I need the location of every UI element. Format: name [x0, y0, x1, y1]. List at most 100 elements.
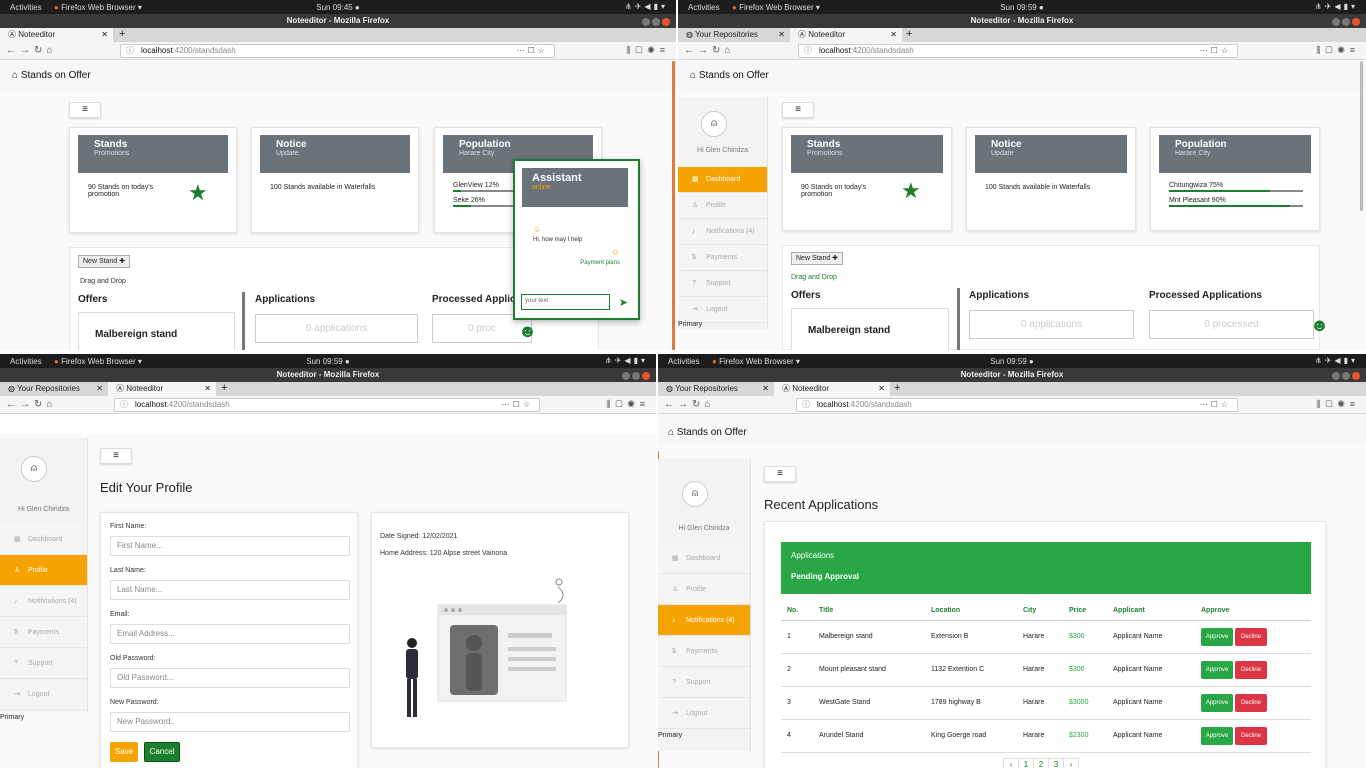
- sidebar-item-notifications[interactable]: ♪ Notifications (4): [678, 219, 767, 245]
- url-bar[interactable]: ⓘ localhost:4200/standsdash ⋯☐☆: [796, 398, 1238, 412]
- close-button[interactable]: [642, 372, 650, 380]
- system-tray[interactable]: ⋔✈◀▮▾: [625, 2, 668, 11]
- scrollbar[interactable]: [1360, 61, 1363, 211]
- nav-buttons[interactable]: ←→↻⌂: [6, 45, 56, 56]
- page-1-button[interactable]: 1: [1018, 758, 1034, 768]
- sidebar-item-logout[interactable]: ⇥ Logout: [0, 679, 87, 710]
- approve-button[interactable]: Approve: [1201, 693, 1233, 712]
- last-name-input[interactable]: Last Name...: [110, 580, 350, 600]
- page-prev-button[interactable]: ‹: [1003, 758, 1019, 768]
- sidebar-item-dashboard[interactable]: ▦ Dashboard: [0, 524, 87, 555]
- url-bar[interactable]: ⓘ localhost:4200/standsdash ⋯☐☆: [120, 44, 555, 58]
- tab-repositories[interactable]: ◍ Your Repositories ✕: [678, 28, 790, 42]
- sidebar-item-notifications[interactable]: ♪ Notifications (4): [0, 586, 87, 617]
- minimize-button[interactable]: [1332, 372, 1340, 380]
- sidebar-item-logout[interactable]: ⇥ Logout: [658, 698, 750, 729]
- chat-input[interactable]: your text: [521, 294, 610, 310]
- close-tab-icon[interactable]: ✕: [96, 382, 103, 396]
- toolbar-icons[interactable]: ⫼▢◉≡: [1316, 45, 1360, 56]
- close-tab-icon[interactable]: ✕: [762, 382, 769, 396]
- avatar[interactable]: ⍝: [21, 456, 47, 482]
- toolbar-icons[interactable]: ⫼▢◉≡: [626, 45, 670, 56]
- applications-dropzone[interactable]: 0 applications: [255, 314, 418, 343]
- menu-toggle-button[interactable]: ≡: [100, 448, 132, 464]
- decline-button[interactable]: Decline: [1235, 627, 1267, 646]
- cancel-button[interactable]: Cancel: [144, 742, 180, 762]
- approve-button[interactable]: Approve: [1201, 726, 1233, 745]
- avatar[interactable]: ⍝: [701, 111, 727, 137]
- tab-noteeditor[interactable]: Ⓐ Noteeditor ✕: [774, 382, 890, 396]
- minimize-button[interactable]: [1332, 18, 1340, 26]
- new-stand-button[interactable]: New Stand ✚: [78, 255, 131, 268]
- close-tab-icon[interactable]: ✕: [878, 382, 885, 396]
- url-bar[interactable]: ⓘ localhost:4200/standsdash ⋯☐☆: [114, 398, 540, 412]
- menu-toggle-button[interactable]: ≡: [69, 102, 101, 118]
- page-actions-icon[interactable]: ⋯☐☆: [517, 45, 548, 57]
- sidebar-item-support[interactable]: ? Support: [658, 667, 750, 698]
- menu-toggle-button[interactable]: ≡: [764, 466, 796, 482]
- new-stand-button[interactable]: New Stand ✚: [791, 252, 844, 265]
- chatbot-icon[interactable]: ☻: [518, 321, 537, 342]
- applications-dropzone[interactable]: 0 applications: [969, 310, 1134, 339]
- home-icon[interactable]: ⌂: [668, 427, 674, 438]
- minimize-button[interactable]: [642, 18, 650, 26]
- page-actions-icon[interactable]: ⋯☐☆: [502, 399, 533, 411]
- decline-button[interactable]: Decline: [1235, 660, 1267, 679]
- new-tab-button[interactable]: +: [894, 382, 900, 395]
- processed-dropzone[interactable]: 0 processed: [1149, 310, 1314, 339]
- scrollbar[interactable]: [672, 61, 675, 350]
- chatbot-icon[interactable]: ☻: [1310, 315, 1329, 336]
- maximize-button[interactable]: [652, 18, 660, 26]
- close-button[interactable]: [1352, 18, 1360, 26]
- email-input[interactable]: Email Address...: [110, 624, 350, 644]
- sidebar-item-notifications[interactable]: ♪ Notifications (4): [658, 605, 750, 636]
- nav-buttons[interactable]: ←→↻⌂: [6, 399, 56, 410]
- approve-button[interactable]: Approve: [1201, 627, 1233, 646]
- sidebar-item-logout[interactable]: ⇥ Logout: [678, 297, 767, 323]
- sidebar-item-payments[interactable]: $ Payments: [658, 636, 750, 667]
- menu-toggle-button[interactable]: ≡: [782, 102, 814, 118]
- clock[interactable]: Sun 09:45 ●: [0, 3, 676, 12]
- close-button[interactable]: [1352, 372, 1360, 380]
- send-icon[interactable]: ➤: [619, 296, 628, 309]
- nav-buttons[interactable]: ←→↻⌂: [664, 399, 714, 410]
- page-3-button[interactable]: 3: [1048, 758, 1064, 768]
- tab-repositories[interactable]: ◍ Your Repositories ✕: [658, 382, 774, 396]
- maximize-button[interactable]: [632, 372, 640, 380]
- new-password-input[interactable]: New Password..: [110, 712, 350, 732]
- toolbar-icons[interactable]: ⫼▢◉≡: [1316, 399, 1360, 410]
- system-tray[interactable]: ⋔✈◀▮▾: [1315, 356, 1358, 365]
- sidebar-item-support[interactable]: ? Support: [0, 648, 87, 679]
- sidebar-item-payments[interactable]: $ Payments: [0, 617, 87, 648]
- old-password-input[interactable]: Old Password...: [110, 668, 350, 688]
- sidebar-item-profile[interactable]: ♙ Profile: [678, 193, 767, 219]
- new-tab-button[interactable]: +: [221, 382, 227, 395]
- toolbar-icons[interactable]: ⫼▢◉≡: [606, 399, 650, 410]
- page-actions-icon[interactable]: ⋯☐☆: [1200, 399, 1231, 411]
- page-next-button[interactable]: ›: [1063, 758, 1079, 768]
- system-tray[interactable]: ⋔✈◀▮▾: [605, 356, 648, 365]
- sidebar-item-support[interactable]: ? Support: [678, 271, 767, 297]
- page-actions-icon[interactable]: ⋯☐☆: [1200, 45, 1231, 57]
- minimize-button[interactable]: [622, 372, 630, 380]
- sidebar-item-payments[interactable]: $ Payments: [678, 245, 767, 271]
- maximize-button[interactable]: [1342, 372, 1350, 380]
- decline-button[interactable]: Decline: [1235, 726, 1267, 745]
- save-button[interactable]: Save: [110, 742, 138, 762]
- home-icon[interactable]: ⌂: [12, 70, 18, 81]
- close-button[interactable]: [662, 18, 670, 26]
- maximize-button[interactable]: [1342, 18, 1350, 26]
- close-tab-icon[interactable]: ✕: [890, 28, 897, 42]
- new-tab-button[interactable]: +: [119, 28, 125, 41]
- tab-noteeditor[interactable]: Ⓐ Noteeditor ✕: [0, 28, 113, 42]
- clock[interactable]: Sun 09:59 ●: [678, 3, 1366, 12]
- tab-repositories[interactable]: ◍ Your Repositories ✕: [0, 382, 108, 396]
- clock[interactable]: Sun 09:59 ●: [658, 357, 1366, 366]
- system-tray[interactable]: ⋔✈◀▮▾: [1315, 2, 1358, 11]
- nav-buttons[interactable]: ←→↻⌂: [684, 45, 734, 56]
- decline-button[interactable]: Decline: [1235, 693, 1267, 712]
- approve-button[interactable]: Approve: [1201, 660, 1233, 679]
- sidebar-item-profile[interactable]: ♙ Profile: [0, 555, 87, 586]
- close-tab-icon[interactable]: ✕: [101, 28, 108, 42]
- sidebar-item-dashboard[interactable]: ▦ Dashboard: [678, 167, 767, 193]
